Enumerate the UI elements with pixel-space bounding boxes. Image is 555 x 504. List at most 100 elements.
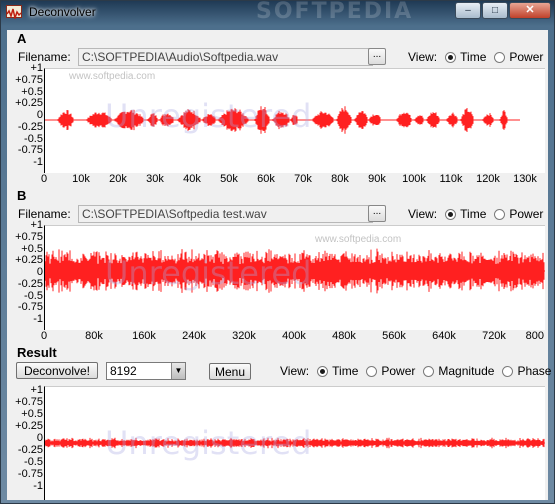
x-tick: 40k: [183, 173, 201, 185]
x-axis-a: 0 10k 20k 30k 40k 50k 60k 70k 80k 90k 100k 110k 120k…: [40, 173, 544, 187]
waveform-plot-result[interactable]: Unregistered: [44, 386, 545, 500]
x-tick: 90k: [368, 173, 386, 185]
title-bar[interactable]: Deconvolver SOFTPEDIA – □ ✕: [1, 0, 554, 24]
radio-power-result[interactable]: [366, 365, 378, 377]
y-tick: +0.25: [15, 254, 43, 267]
y-tick: +0.25: [15, 420, 43, 432]
waveform-plot-a[interactable]: Unregistered www.softpedia.com: [44, 68, 545, 173]
view-label-a: View:: [408, 50, 438, 64]
waveform-result: [45, 437, 545, 449]
window-title: Deconvolver: [29, 5, 96, 19]
fft-size-select[interactable]: 8192 ▼: [106, 362, 186, 380]
x-tick: 480k: [332, 330, 356, 342]
radio-power-a-label[interactable]: Power: [509, 50, 543, 64]
minimize-button[interactable]: –: [455, 2, 481, 19]
y-tick: 0: [36, 432, 43, 444]
y-axis-result: +1 +0.75 +0.5 +0.25 0 -0.25 -0.5 -0.75 -1: [7, 385, 43, 492]
result-label: Result: [17, 345, 57, 360]
radio-time-a-label[interactable]: Time: [460, 50, 486, 64]
view-options-b: View: Time Power: [408, 207, 543, 221]
waveform-a: [45, 106, 520, 134]
radio-time-a[interactable]: [445, 51, 457, 63]
radio-power-b[interactable]: [494, 208, 506, 220]
filename-field-a[interactable]: C:\SOFTPEDIA\Audio\Softpedia.wav: [78, 48, 373, 66]
radio-time-result[interactable]: [317, 365, 329, 377]
y-tick: -0.75: [17, 144, 43, 157]
menu-button[interactable]: Menu: [209, 363, 251, 380]
x-tick: 160k: [132, 330, 156, 342]
y-tick: +0.5: [21, 242, 43, 255]
waveform-b: [45, 248, 545, 294]
radio-time-result-label[interactable]: Time: [332, 364, 358, 378]
y-tick: 0: [36, 266, 43, 278]
y-tick: +0.75: [15, 230, 43, 243]
y-tick: -0.25: [17, 277, 43, 290]
radio-phase-result[interactable]: [502, 365, 514, 377]
section-a-label: A: [17, 31, 27, 46]
deconvolve-button[interactable]: Deconvolve!: [16, 362, 98, 379]
browse-button-a[interactable]: ...: [368, 48, 386, 65]
y-tick: +1: [30, 384, 43, 396]
view-label-b: View:: [408, 207, 438, 221]
x-tick: 400k: [282, 330, 306, 342]
radio-phase-result-label[interactable]: Phase: [517, 364, 551, 378]
radio-time-b-label[interactable]: Time: [460, 207, 486, 221]
y-tick: -0.25: [17, 120, 43, 133]
browse-button-b[interactable]: ...: [368, 205, 386, 222]
y-tick: +0.25: [15, 97, 43, 110]
view-label-result: View:: [280, 364, 310, 378]
x-tick: 640k: [432, 330, 456, 342]
x-tick: 120k: [476, 173, 500, 185]
y-tick: +1: [30, 219, 43, 231]
radio-power-a[interactable]: [494, 51, 506, 63]
x-tick: 240k: [182, 330, 206, 342]
x-tick: 320k: [232, 330, 256, 342]
radio-time-b[interactable]: [445, 208, 457, 220]
x-axis-b: 0 80k 160k 240k 320k 400k 480k 560k 640k 720k 800: [40, 330, 544, 344]
y-tick: -0.5: [24, 289, 43, 302]
section-b: B Filename: C:\SOFTPEDIA\Softpedia test.…: [7, 187, 548, 347]
deconvolver-window: Deconvolver SOFTPEDIA – □ ✕ A Filename: …: [0, 0, 555, 504]
x-tick: 800: [525, 330, 544, 342]
radio-magnitude-result[interactable]: [423, 365, 435, 377]
x-tick: 110k: [439, 173, 463, 185]
client-area: A Filename: C:\SOFTPEDIA\Audio\Softpedia…: [7, 30, 551, 500]
x-tick: 720k: [482, 330, 506, 342]
x-tick: 70k: [294, 173, 312, 185]
filename-field-b[interactable]: C:\SOFTPEDIA\Softpedia test.wav: [78, 205, 373, 223]
radio-magnitude-result-label[interactable]: Magnitude: [438, 364, 494, 378]
view-options-result: View: Time Power Magnitude Phase: [280, 364, 551, 378]
section-b-label: B: [17, 188, 27, 203]
y-tick: -1: [33, 480, 43, 492]
x-tick: 80k: [85, 330, 103, 342]
y-tick: +0.75: [15, 73, 43, 86]
y-tick: -1: [33, 313, 43, 325]
y-tick: -0.75: [17, 468, 43, 480]
section-result: Result Deconvolve! 8192 ▼ Menu View: Tim…: [7, 345, 551, 500]
x-tick: 560k: [382, 330, 406, 342]
x-tick: 0: [40, 173, 48, 185]
close-button[interactable]: ✕: [509, 2, 551, 19]
maximize-button[interactable]: □: [482, 2, 508, 19]
y-tick: +1: [30, 62, 43, 74]
y-tick: +0.75: [15, 396, 43, 408]
radio-power-result-label[interactable]: Power: [381, 364, 415, 378]
y-axis-b: +1 +0.75 +0.5 +0.25 0 -0.25 -0.5 -0.75 -1: [7, 220, 43, 325]
x-tick: 130k: [513, 173, 537, 185]
y-tick: -1: [33, 156, 43, 168]
y-tick: +0.5: [21, 408, 43, 420]
y-tick: +0.5: [21, 85, 43, 98]
softpedia-watermark: SOFTPEDIA: [256, 0, 414, 24]
y-tick: -0.25: [17, 444, 43, 456]
y-tick: -0.5: [24, 132, 43, 145]
fft-size-value: 8192: [110, 364, 137, 378]
x-tick: 0: [40, 330, 48, 342]
x-tick: 30k: [146, 173, 164, 185]
waveform-plot-b[interactable]: Unregistered www.softpedia.com: [44, 225, 545, 330]
app-icon[interactable]: [6, 5, 22, 21]
section-a: A Filename: C:\SOFTPEDIA\Audio\Softpedia…: [7, 30, 548, 188]
filename-label-b: Filename:: [18, 207, 71, 221]
y-tick: 0: [36, 109, 43, 121]
radio-power-b-label[interactable]: Power: [509, 207, 543, 221]
chevron-down-icon[interactable]: ▼: [171, 363, 185, 379]
